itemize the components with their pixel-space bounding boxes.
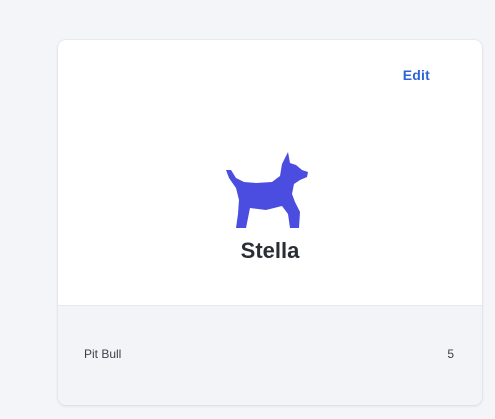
pet-age: 5 (447, 346, 454, 361)
pet-name: Stella (240, 238, 300, 263)
edit-link[interactable]: Edit (403, 67, 430, 83)
pet-breed: Pit Bull (84, 346, 122, 361)
card-footer: Pit Bull 5 (58, 305, 482, 405)
dog-icon (226, 152, 308, 228)
pet-card: Edit Stella Pit Bull 5 (58, 40, 482, 405)
